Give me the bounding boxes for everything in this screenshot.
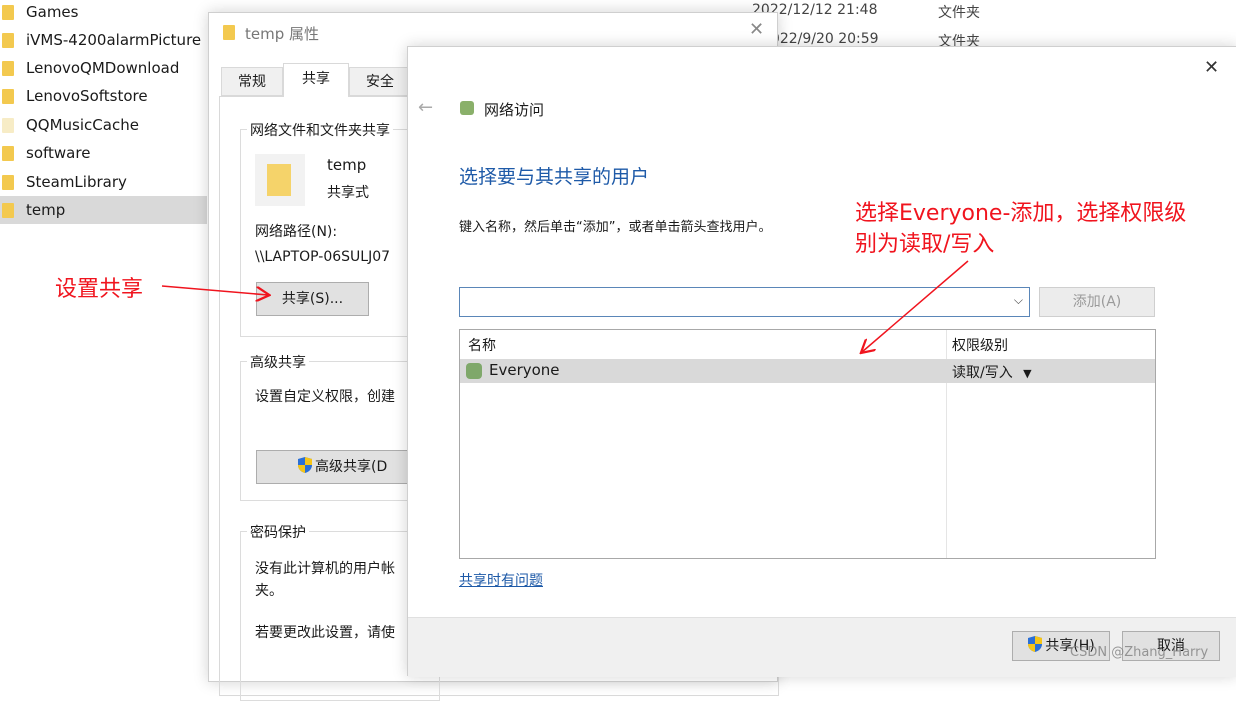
annotation-arrow-right [862, 260, 969, 352]
annotation-arrow-left [161, 285, 268, 295]
watermark: CSDN @Zhang_Harry [1070, 645, 1209, 660]
annotation-arrows [161, 260, 969, 672]
